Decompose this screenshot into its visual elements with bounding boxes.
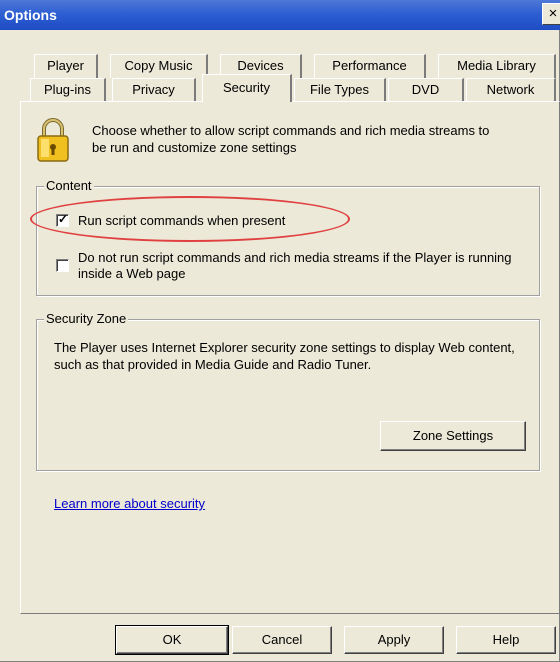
content-group-label: Content	[44, 178, 94, 193]
tab-file-types[interactable]: File Types	[294, 78, 386, 102]
tab-plug-ins[interactable]: Plug-ins	[30, 78, 106, 102]
title-bar[interactable]: Options ×	[0, 0, 560, 30]
window-title: Options	[4, 7, 57, 23]
security-zone-text: The Player uses Internet Explorer securi…	[54, 340, 515, 372]
close-button[interactable]: ×	[542, 3, 560, 25]
apply-button[interactable]: Apply	[344, 626, 444, 654]
tab-copy-music[interactable]: Copy Music	[110, 54, 208, 78]
ok-button[interactable]: OK	[115, 625, 229, 655]
security-description: Choose whether to allow script commands …	[92, 123, 490, 155]
learn-more-security-link[interactable]: Learn more about security	[54, 496, 205, 511]
tab-privacy[interactable]: Privacy	[112, 78, 196, 102]
cancel-button[interactable]: Cancel	[232, 626, 332, 654]
highlight-annotation	[30, 196, 350, 242]
tab-network[interactable]: Network	[466, 78, 556, 102]
tab-row-2: Plug-ins Privacy Security File Types DVD…	[0, 74, 560, 102]
close-icon: ×	[548, 5, 558, 22]
tab-player[interactable]: Player	[34, 54, 98, 78]
no-script-in-web-page-checkbox[interactable]	[56, 259, 69, 272]
tab-dvd[interactable]: DVD	[388, 78, 464, 102]
zone-settings-button[interactable]: Zone Settings	[380, 421, 526, 451]
options-dialog: Options × Player Copy Music Devices Perf…	[0, 0, 560, 662]
security-zone-group-label: Security Zone	[44, 311, 129, 326]
tab-media-library[interactable]: Media Library	[438, 54, 556, 78]
tab-security[interactable]: Security	[202, 74, 292, 102]
tab-performance[interactable]: Performance	[314, 54, 426, 78]
no-script-in-web-page-label[interactable]: Do not run script commands and rich medi…	[78, 250, 518, 282]
lock-icon	[36, 117, 70, 163]
help-button[interactable]: Help	[456, 626, 556, 654]
